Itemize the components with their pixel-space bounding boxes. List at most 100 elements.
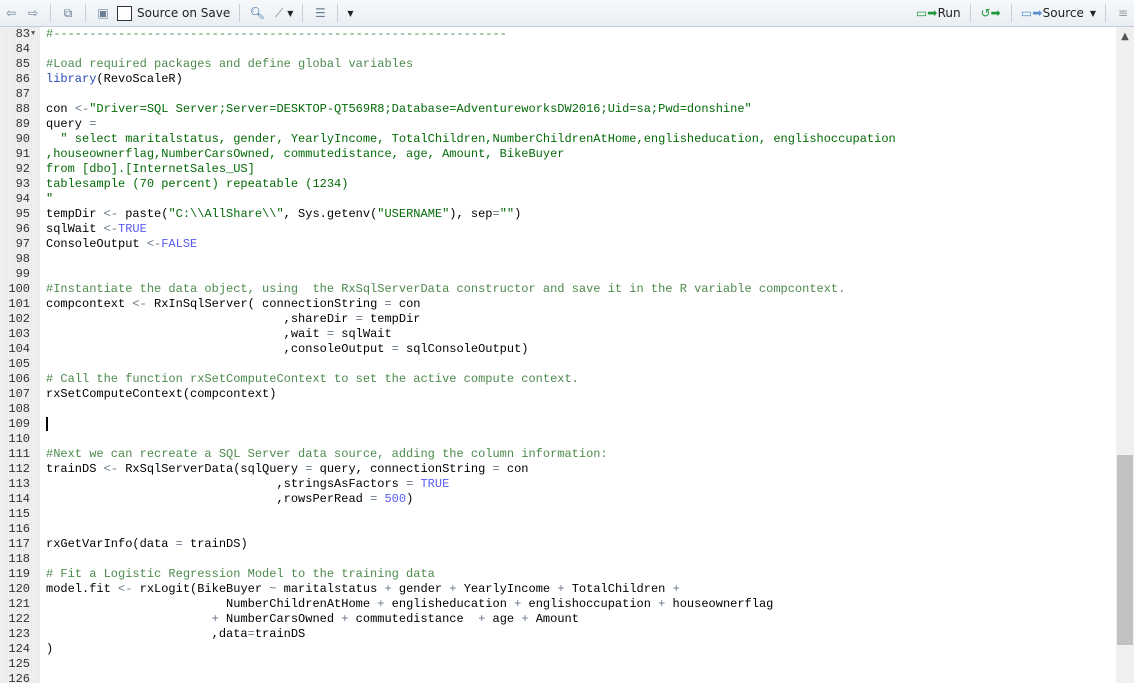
line-number: 105 [8, 357, 30, 371]
forward-arrow-icon: ⇨ [27, 6, 39, 20]
chevron-down-icon: ▼ [347, 8, 354, 18]
code-token: ,shareDir [46, 312, 356, 326]
code-line: 100 #Instantiate the data object, using t… [0, 282, 1116, 297]
notebook-icon: ☰ [315, 6, 326, 20]
code-line: 122 + NumberCarsOwned + commutedistance … [0, 612, 1116, 627]
line-number: 98 [15, 252, 30, 266]
comment-token: #Instantiate the data object, using the … [46, 282, 846, 296]
line-number: 101 [8, 297, 30, 311]
vertical-scrollbar[interactable]: ▲ [1116, 27, 1134, 683]
code-text: ,houseownerflag,NumberCarsOwned, commute… [46, 147, 564, 162]
scrollbar-thumb[interactable] [1117, 455, 1133, 645]
line-number: 95 [15, 207, 30, 221]
line-number: 109 [8, 417, 30, 431]
code-text: tempDir <- paste("C:\\AllShare\\", Sys.g… [46, 207, 521, 222]
code-text: NumberChildrenAtHome + englisheducation … [46, 597, 773, 612]
code-token: , Sys.getenv( [283, 207, 378, 221]
code-line: 84 [0, 42, 1116, 57]
code-line: 88 con <-"Driver=SQL Server;Server=DESKTO… [0, 102, 1116, 117]
magic-wand-icon: ⟋ [275, 6, 284, 20]
constant-token: TRUE [420, 477, 450, 491]
forward-button[interactable]: ⇨ [22, 2, 44, 24]
source-dropdown-button[interactable]: ▼ [1087, 2, 1099, 24]
string-token: " [46, 192, 54, 206]
code-editor[interactable]: 83 ▼ #------------------------------------… [0, 27, 1116, 683]
code-text: from [dbo].[InternetSales_US] [46, 162, 255, 177]
source-on-save-toggle[interactable]: Source on Save [114, 2, 233, 24]
operator-token: <- [74, 102, 90, 116]
code-text: ,stringsAsFactors = TRUE [46, 477, 449, 492]
string-token: "Driver=SQL Server;Server=DESKTOP-QT569R… [89, 102, 752, 116]
operator-token: = [89, 117, 97, 131]
toolbar-divider [239, 4, 241, 22]
code-text: rxSetComputeContext(compcontext) [46, 387, 276, 402]
code-line: 83 ▼ #------------------------------------… [0, 27, 1116, 42]
compile-report-button[interactable]: ☰ [309, 2, 331, 24]
code-line: 86 library(RevoScaleR) [0, 72, 1116, 87]
code-token: trainDS [254, 627, 306, 641]
code-line: 89 query = [0, 117, 1116, 132]
line-number: 97 [15, 237, 30, 251]
code-token: NumberChildrenAtHome [46, 597, 378, 611]
rerun-button[interactable]: ↺➡ [977, 2, 1005, 24]
operator-token: + [211, 612, 219, 626]
code-line: 98 [0, 252, 1116, 267]
operator-token: <- [132, 297, 147, 311]
code-token: sqlWait [334, 327, 392, 341]
code-line: 110 [0, 432, 1116, 447]
code-text: #Next we can recreate a SQL Server data … [46, 447, 608, 462]
code-token: ,wait [46, 327, 327, 341]
comment-token: # Call the function rxSetComputeContext … [46, 372, 579, 386]
back-button[interactable]: ⇦ [0, 2, 22, 24]
code-line: 97 ConsoleOutput <-FALSE [0, 237, 1116, 252]
code-line: 94 " [0, 192, 1116, 207]
code-text: ,shareDir = tempDir [46, 312, 421, 327]
code-line: 93 tablesample (70 percent) repeatable (1… [0, 177, 1116, 192]
show-in-window-button[interactable]: ⧉ [57, 2, 79, 24]
code-token: ) [406, 492, 414, 506]
run-label: Run [937, 6, 961, 20]
save-icon: ▣ [97, 6, 109, 20]
line-number: 93 [15, 177, 30, 191]
source-on-save-checkbox[interactable] [117, 5, 132, 21]
code-token: TotalChildren [564, 582, 673, 596]
find-button[interactable]: 🔍︎ [246, 2, 268, 24]
comment-token: # Fit a Logistic Regression Model to the… [46, 567, 435, 581]
run-button[interactable]: ▭➡ Run [913, 2, 964, 24]
more-options-button[interactable]: ▼ [344, 2, 356, 24]
comment-token: #Load required packages and define globa… [46, 57, 414, 71]
code-token: maritalstatus [276, 582, 385, 596]
scroll-up-icon[interactable]: ▲ [1116, 31, 1134, 42]
code-token: ,rowsPerRead [46, 492, 371, 506]
code-token: RxInSqlServer( connectionString [146, 297, 385, 311]
line-number: 112 [8, 462, 30, 476]
line-number: 103 [8, 327, 30, 341]
code-line: 105 [0, 357, 1116, 372]
code-token: trainDS) [182, 537, 248, 551]
source-button[interactable]: ▭➡ Source [1018, 2, 1087, 24]
operator-token: + [449, 582, 457, 596]
line-number: 124 [8, 642, 30, 656]
code-line: 96 sqlWait <-TRUE [0, 222, 1116, 237]
code-line: 111 #Next we can recreate a SQL Server da… [0, 447, 1116, 462]
code-token: commutedistance [348, 612, 479, 626]
line-number: 99 [15, 267, 30, 281]
code-tools-button[interactable]: ⟋ ▼ [268, 2, 296, 24]
toolbar-divider [1105, 4, 1106, 22]
line-number: 113 [8, 477, 30, 491]
operator-token: + [384, 582, 392, 596]
document-outline-button[interactable]: ≡ [1112, 2, 1134, 24]
save-button[interactable]: ▣ [92, 2, 114, 24]
back-arrow-icon: ⇦ [5, 6, 17, 20]
string-token: ,houseownerflag,NumberCarsOwned, commute… [46, 147, 565, 161]
line-number: 125 [8, 657, 30, 671]
line-number: 96 [15, 222, 30, 236]
string-token: from [dbo].[InternetSales_US] [46, 162, 255, 176]
code-text: # Call the function rxSetComputeContext … [46, 372, 579, 387]
code-token: ,data [46, 627, 248, 641]
code-token: ) [46, 642, 54, 656]
toolbar-divider [302, 4, 304, 22]
chevron-down-icon: ▼ [287, 8, 294, 18]
fold-chevron-icon[interactable]: ▼ [31, 27, 35, 42]
code-text: #Load required packages and define globa… [46, 57, 413, 72]
